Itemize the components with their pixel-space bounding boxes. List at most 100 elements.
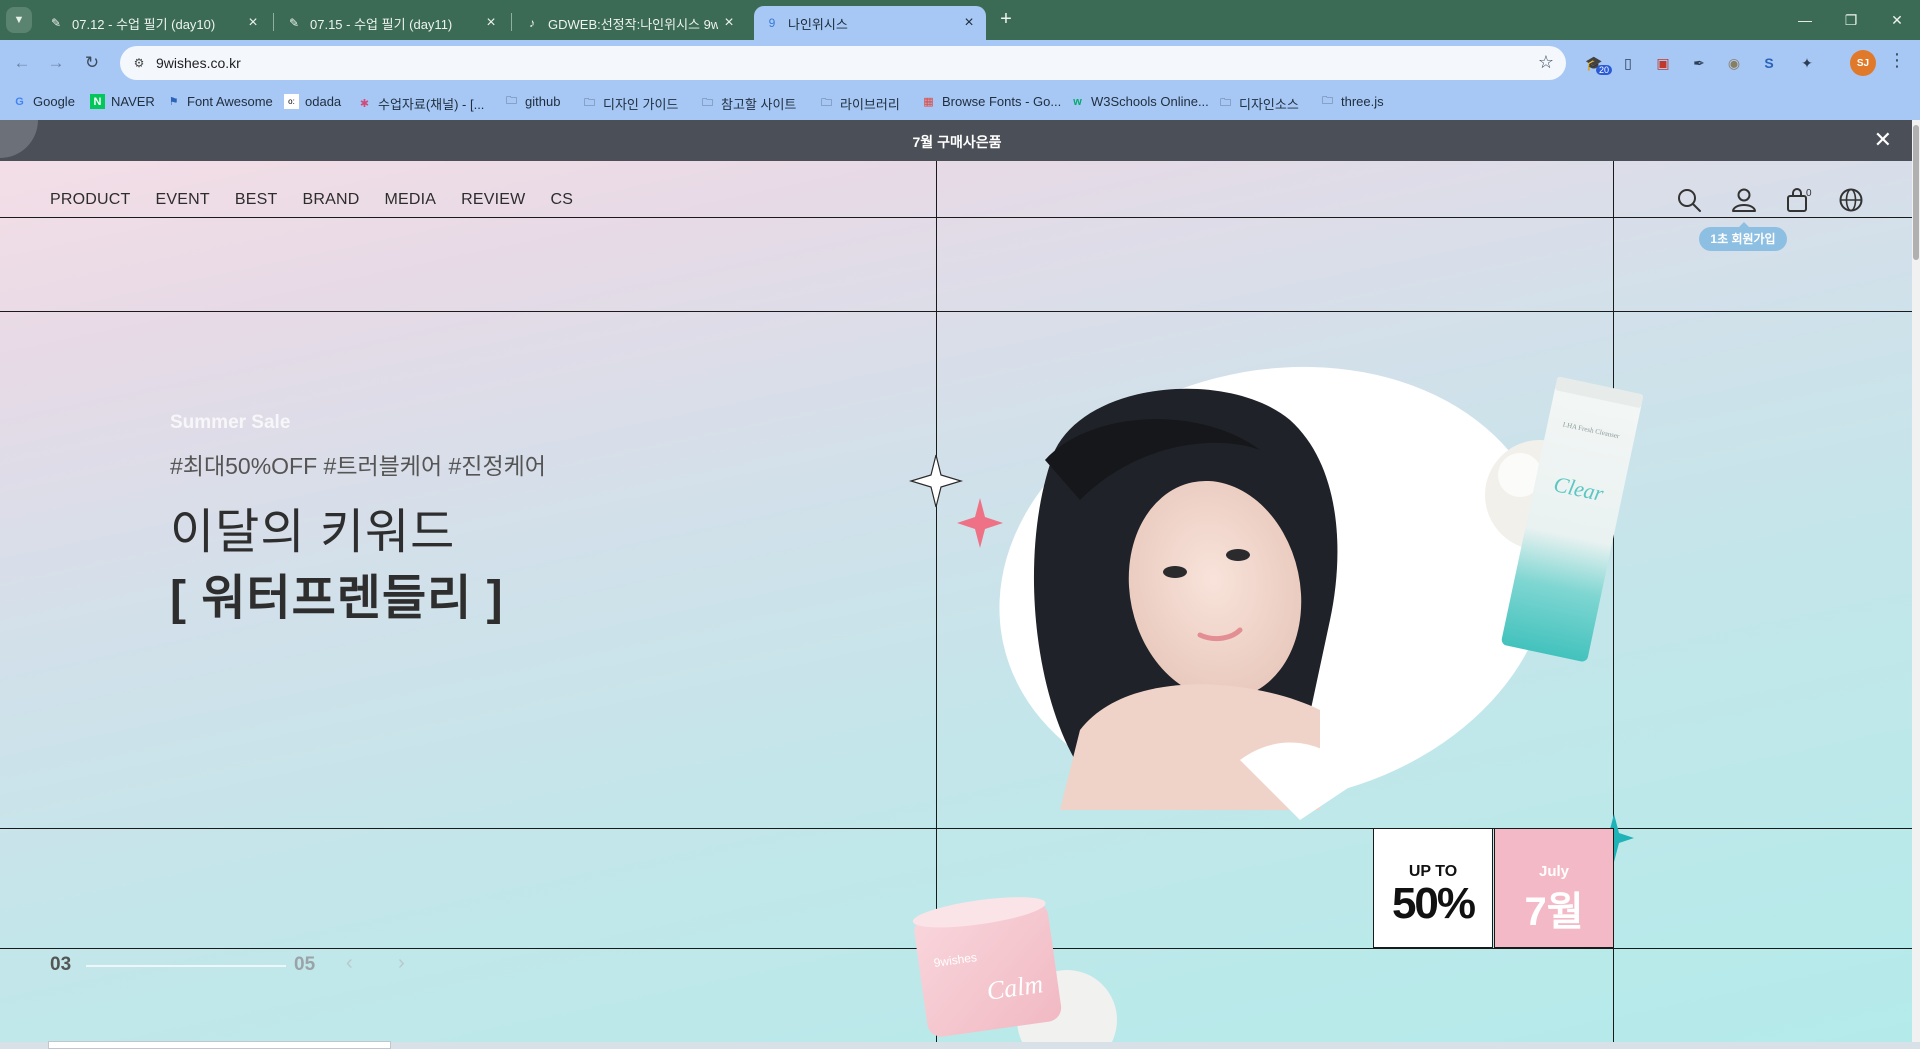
flag-icon: ⚑ — [168, 96, 179, 108]
bookmark-font-awesome[interactable]: ⚑ Font Awesome — [166, 94, 273, 109]
toner-pad-jar: Calm 9wishes — [912, 897, 1117, 1042]
w3schools-icon: w — [1073, 95, 1082, 108]
extensions-puzzle-icon[interactable]: ✦ — [1796, 52, 1818, 74]
tab-title: 07.12 - 수업 필기 (day10) — [72, 16, 216, 32]
tab-close-icon[interactable]: × — [958, 14, 980, 32]
site-logo-icon: 9 — [768, 16, 776, 30]
browser-tab-3[interactable]: ♪ GDWEB:선정작:나인위시스 9wi × — [514, 6, 746, 40]
tab-search-chevron-icon[interactable]: ▼ — [6, 7, 32, 33]
profile-initials: SJ — [1856, 57, 1870, 69]
bookmark-label: 디자인 가이드 — [603, 97, 679, 112]
extension-s-icon[interactable]: S — [1758, 52, 1780, 74]
bookmark-folder-threejs[interactable]: 🗀 three.js — [1320, 94, 1384, 109]
tab-divider — [511, 13, 512, 31]
bookmark-folder-reference-sites[interactable]: 🗀 참고할 사이트 — [700, 94, 796, 113]
bookmark-google-fonts[interactable]: ▦ Browse Fonts - Go... — [921, 94, 1061, 109]
forward-arrow-icon[interactable]: → — [44, 51, 68, 75]
website-viewport: 7월 구매사은품 ✕ PRODUCT EVENT BEST BRAND MEDI… — [0, 120, 1914, 1042]
sparkle-pink-icon — [957, 498, 1003, 548]
site-info-icon[interactable]: ⚙ — [130, 54, 148, 72]
bookmark-star-icon[interactable]: ☆ — [1538, 52, 1554, 73]
slide-current-number: 03 — [50, 954, 72, 975]
restore-window-icon[interactable]: ❐ — [1828, 0, 1874, 40]
tab-close-icon[interactable]: × — [242, 14, 264, 32]
bookmark-w3schools[interactable]: w W3Schools Online... — [1070, 94, 1209, 109]
bookmark-label: 디자인소스 — [1239, 97, 1299, 112]
slide-prev-arrow-icon[interactable]: ‹ — [346, 952, 353, 975]
promo-percent: 50% — [1391, 879, 1476, 928]
browser-menu-icon[interactable]: ⋮ — [1888, 50, 1906, 71]
bookmark-label: Google — [33, 94, 75, 109]
browser-tab-1[interactable]: ✎ 07.12 - 수업 필기 (day10) × — [38, 6, 270, 40]
bookmark-odada[interactable]: o: odada — [284, 94, 341, 109]
google-icon: G — [15, 95, 24, 108]
slide-progress-track — [86, 965, 286, 967]
browser-tab-active[interactable]: 9 나인위시스 × — [754, 6, 986, 40]
tab-title: 나인위시스 — [788, 16, 848, 32]
bookmark-folder-library[interactable]: 🗀 라이브러리 — [819, 94, 900, 113]
pencil-icon: ✎ — [288, 16, 300, 30]
bookmark-class-materials[interactable]: ✱ 수업자료(채널) - [... — [357, 94, 485, 113]
slide-total-number: 05 — [294, 954, 316, 975]
close-window-icon[interactable]: ✕ — [1874, 0, 1920, 40]
model-portrait — [1033, 388, 1360, 820]
profile-avatar[interactable]: SJ — [1850, 50, 1876, 76]
sparkle-outline-icon — [908, 454, 964, 508]
google-fonts-icon: ▦ — [923, 96, 934, 108]
new-tab-plus-icon[interactable]: + — [993, 7, 1019, 33]
folder-icon: 🗀 — [821, 97, 832, 109]
slide-next-arrow-icon[interactable]: › — [398, 952, 405, 975]
promo-month-en: July — [1538, 863, 1569, 880]
minimize-icon[interactable]: — — [1782, 0, 1828, 40]
tab-close-icon[interactable]: × — [718, 14, 740, 32]
tab-title: 07.15 - 수업 필기 (day11) — [310, 16, 453, 32]
taskbar-search-box[interactable] — [48, 1041, 391, 1049]
tiktok-note-icon: ♪ — [529, 16, 535, 30]
folder-icon: 🗀 — [702, 97, 713, 109]
extension-document-icon[interactable]: ▯ — [1617, 52, 1639, 74]
bookmark-folder-design-source[interactable]: 🗀 디자인소스 — [1218, 94, 1299, 113]
pencil-icon: ✎ — [50, 16, 62, 30]
bookmark-label: 수업자료(채널) - [... — [378, 97, 485, 112]
back-arrow-icon[interactable]: ← — [10, 51, 34, 75]
browser-toolbar: ← → ↻ ⚙ 9wishes.co.kr ☆ 🎓 20 ▯ ▣ ✒ ◉ S ✦… — [0, 40, 1920, 86]
extension-circle-icon[interactable]: ◉ — [1723, 52, 1745, 74]
extension-eyedropper-icon[interactable]: ✒ — [1688, 52, 1710, 74]
browser-tab-2[interactable]: ✎ 07.15 - 수업 필기 (day11) × — [276, 6, 508, 40]
address-bar[interactable]: ⚙ 9wishes.co.kr ☆ — [120, 46, 1566, 80]
bookmark-naver[interactable]: N NAVER — [90, 94, 155, 109]
browser-tab-strip: ▼ ✎ 07.12 - 수업 필기 (day10) × ✎ 07.15 - 수업… — [0, 0, 1920, 40]
slack-icon: ✱ — [359, 98, 370, 110]
url-text[interactable]: 9wishes.co.kr — [156, 55, 241, 71]
extension-badge: 20 — [1596, 65, 1613, 75]
tab-close-icon[interactable]: × — [480, 14, 502, 32]
bookmark-label: three.js — [1341, 94, 1384, 109]
bookmark-label: 라이브러리 — [840, 97, 900, 112]
bookmark-label: odada — [305, 94, 342, 109]
bookmark-folder-github[interactable]: 🗀 github — [504, 94, 560, 109]
page-scrollbar-thumb[interactable] — [1913, 125, 1919, 260]
folder-icon: 🗀 — [1220, 97, 1231, 109]
bookmark-label: W3Schools Online... — [1091, 94, 1209, 109]
bookmarks-bar: G Google N NAVER ⚑ Font Awesome o: odada ✱ 수업… — [0, 86, 1920, 120]
bookmark-label: 참고할 사이트 — [721, 97, 797, 112]
bookmark-label: Font Awesome — [187, 94, 273, 109]
promo-month-ko: 7월 — [1524, 890, 1584, 934]
reload-icon[interactable]: ↻ — [80, 51, 104, 75]
odada-icon: o: — [284, 94, 299, 109]
promo-month-card[interactable]: July 7월 — [1494, 828, 1614, 948]
bookmark-google[interactable]: G Google — [12, 94, 75, 109]
folder-icon: 🗀 — [1322, 95, 1333, 107]
bookmark-label: Browse Fonts - Go... — [942, 94, 1062, 109]
tab-divider — [273, 13, 274, 31]
tab-title: GDWEB:선정작:나인위시스 9wi — [548, 16, 718, 32]
bookmark-label: github — [525, 94, 561, 109]
promo-discount-card[interactable]: UP TO 50% — [1373, 828, 1493, 948]
bookmark-folder-design-guide[interactable]: 🗀 디자인 가이드 — [582, 94, 678, 113]
naver-icon: N — [90, 94, 105, 109]
folder-icon: 🗀 — [506, 95, 517, 107]
hero-visual: Clear LHA Fresh Cleanser Calm 9wishes — [908, 366, 1644, 1042]
bookmark-label: NAVER — [111, 94, 155, 109]
extension-screen-icon[interactable]: ▣ — [1652, 52, 1674, 74]
folder-icon: 🗀 — [584, 97, 595, 109]
